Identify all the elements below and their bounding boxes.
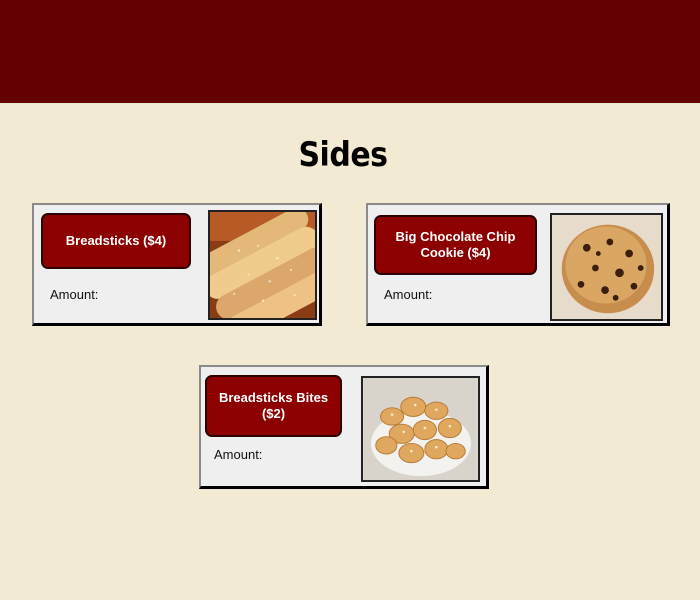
menu-item-card-breadsticks: Breadsticks ($4) Amount: [32,203,322,326]
breadsticks-image [210,212,315,318]
amount-label: Amount: [214,447,263,462]
cookie-image [552,215,661,319]
breadsticks-photo [208,210,317,320]
breadstick-bites-button[interactable]: Breadsticks Bites ($2) [205,375,342,437]
section-title: Sides [298,135,388,176]
cookie-button[interactable]: Big Chocolate Chip Cookie ($4) [374,215,537,275]
cookie-photo [550,213,663,321]
breadstick-bites-photo [361,376,480,482]
amount-label: Amount: [50,287,99,302]
breadstick-bites-image [363,378,478,480]
menu-item-card-breadstick-bites: Breadsticks Bites ($2) Amount: [199,365,489,489]
menu-item-card-cookie: Big Chocolate Chip Cookie ($4) Amount: [366,203,670,326]
top-header-bar [0,0,700,103]
amount-label: Amount: [384,287,433,302]
breadsticks-button[interactable]: Breadsticks ($4) [41,213,191,269]
